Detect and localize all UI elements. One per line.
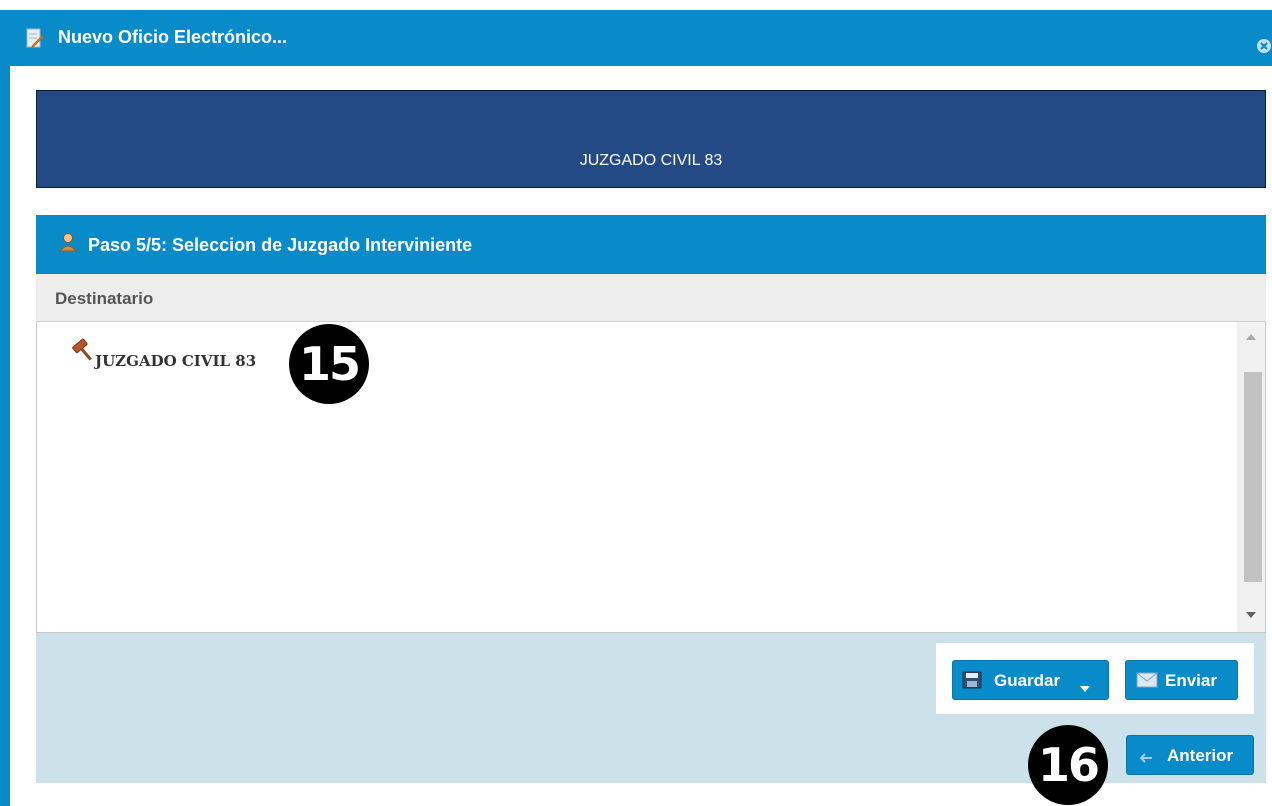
recipient-column-header: Destinatario [36,274,1266,322]
floppy-disk-icon [962,671,982,689]
step-panel-header: Paso 5/5: Seleccion de Juzgado Intervini… [36,215,1266,274]
scroll-up-arrow-icon[interactable] [1246,334,1256,340]
document-edit-icon [26,28,44,50]
close-icon[interactable] [1256,38,1272,54]
window-title: Nuevo Oficio Electrónico... [58,27,288,47]
save-button-label: Guardar [994,671,1061,690]
window-left-border [0,10,10,806]
column-header-label: Destinatario [55,289,154,308]
action-group: Guardar Enviar [936,643,1254,714]
scroll-down-arrow-icon[interactable] [1246,612,1256,618]
annotation-badge-16: 16 [1028,725,1108,805]
gavel-icon [67,338,97,364]
step-title: Paso 5/5: Seleccion de Juzgado Intervini… [88,235,473,255]
annotation-badge-15: 15 [289,324,369,404]
action-footer: Guardar Enviar 16 Anterior [36,633,1266,805]
window-titlebar: Nuevo Oficio Electrónico... [0,10,1272,66]
user-icon [58,232,78,252]
step-panel: Paso 5/5: Seleccion de Juzgado Intervini… [36,215,1266,805]
list-scrollbar[interactable] [1237,322,1265,632]
arrow-left-icon [1139,749,1153,763]
scroll-thumb[interactable] [1244,372,1262,582]
recipient-list: JUZGADO CIVIL 83 15 [36,322,1266,633]
previous-button[interactable]: Anterior [1126,735,1254,775]
court-banner: JUZGADO CIVIL 83 [36,90,1266,188]
save-button[interactable]: Guardar [952,660,1109,700]
send-button-label: Enviar [1165,671,1217,690]
envelope-icon [1136,671,1158,689]
recipient-label: JUZGADO CIVIL 83 [95,352,257,370]
caret-down-icon [1080,677,1090,692]
previous-button-label: Anterior [1167,746,1234,765]
send-button[interactable]: Enviar [1125,660,1238,700]
court-name: JUZGADO CIVIL 83 [579,152,723,169]
